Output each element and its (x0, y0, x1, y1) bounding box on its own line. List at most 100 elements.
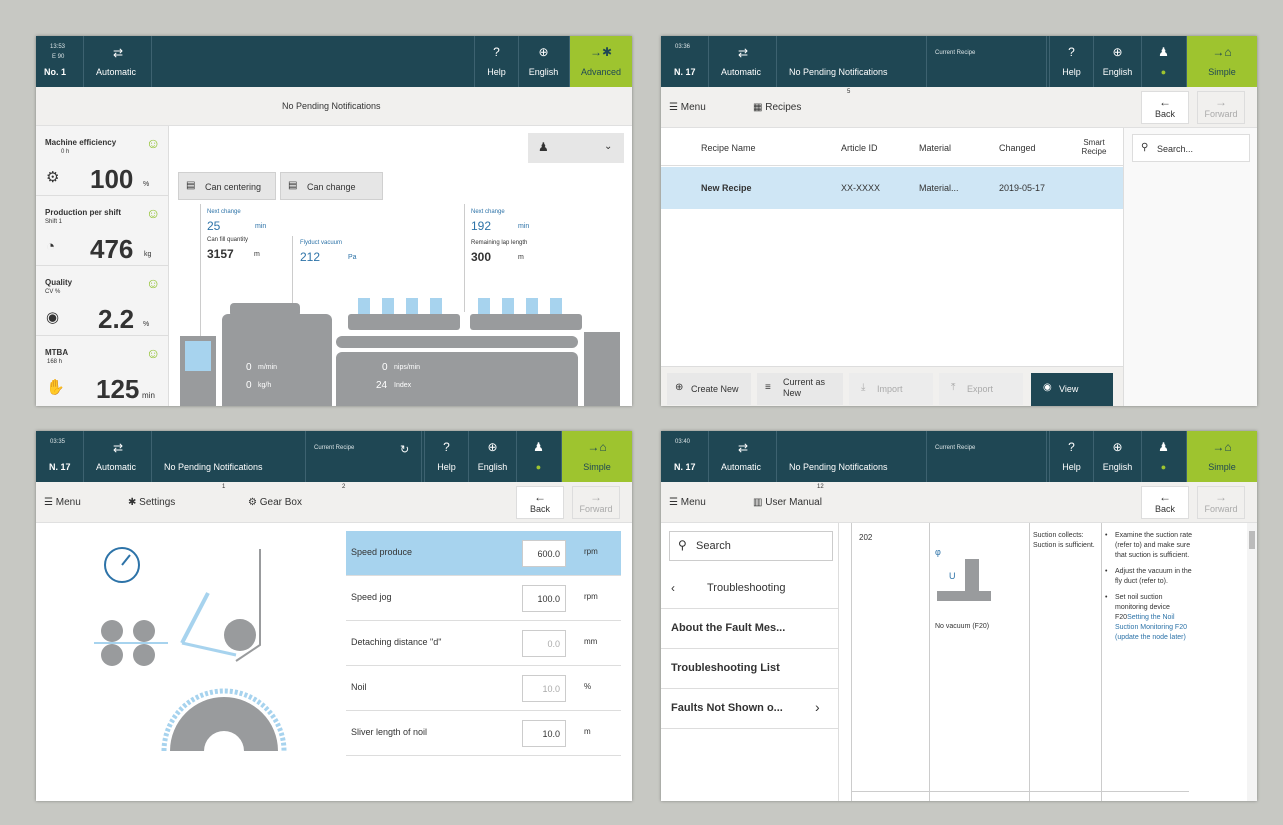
user-button[interactable]: ♟ ● (1141, 431, 1185, 482)
crumb-user-manual[interactable]: ▥ User Manual (753, 482, 822, 523)
user-button[interactable]: ♟ ● (1141, 36, 1185, 87)
top-bar: 03:36 N. 17 ⇄ Automatic No Pending Notif… (661, 36, 1257, 87)
back-button[interactable]: ← Back (1141, 91, 1189, 124)
mode-button[interactable]: ⇄ Automatic (84, 36, 152, 87)
col-recipe-name[interactable]: Recipe Name (701, 143, 756, 153)
chevron-left-icon: ‹ (671, 581, 675, 595)
time: 13:53 (50, 44, 66, 50)
search-input[interactable]: ⚲ Search (669, 531, 833, 561)
globe-icon: ⊕ (1112, 440, 1123, 454)
forward-button[interactable]: → Forward (1197, 486, 1245, 519)
setting-noil[interactable]: Noil 10.0 % (346, 666, 621, 711)
help-button[interactable]: ? Help (424, 431, 468, 482)
smiley-icon: ☺ (146, 275, 161, 291)
mode-button[interactable]: ⇄ Automatic (709, 36, 777, 87)
can-change-button[interactable]: ▤ Can change (280, 172, 383, 200)
col-article-id[interactable]: Article ID (841, 143, 878, 153)
notifications-button[interactable]: No Pending Notifications (777, 36, 927, 87)
value-field[interactable]: 0.0 (522, 630, 566, 657)
help-button[interactable]: ? Help (1049, 431, 1093, 482)
col-material[interactable]: Material (919, 143, 951, 153)
kpi-production[interactable]: Production per shift Shift 1 ☺ ◔ 476 kg (36, 196, 169, 266)
back-button[interactable]: ← Back (516, 486, 564, 519)
machine-info: 03:35 N. 17 (36, 431, 84, 482)
kpi-efficiency[interactable]: Machine efficiency 0 h ☺ ⚙ 100 % (36, 126, 169, 196)
action-bar: ⊕ Create New ≡ Current as New ⤓ Import ⤒… (661, 366, 1123, 406)
menu-button[interactable]: ☰ Menu (669, 87, 739, 128)
check-icon: ● (535, 462, 542, 472)
arrow-right-icon: → (1215, 490, 1227, 504)
value-field[interactable]: 10.0 (522, 720, 566, 747)
advanced-button[interactable]: →✱ Advanced (569, 36, 632, 87)
setting-speed-produce[interactable]: Speed produce 600.0 rpm (346, 531, 621, 576)
simple-button[interactable]: →⌂ Simple (1186, 431, 1257, 482)
language-button[interactable]: ⊕ English (468, 431, 516, 482)
create-new-button[interactable]: ⊕ Create New (667, 373, 751, 405)
language-button[interactable]: ⊕ English (1093, 36, 1141, 87)
value-field[interactable]: 600.0 (522, 540, 566, 567)
search-input[interactable]: ⚲ Search... (1132, 134, 1250, 162)
troubleshooting-back[interactable]: ‹ Troubleshooting (661, 569, 839, 609)
list-item[interactable]: Troubleshooting List (661, 649, 839, 689)
svg-text:φ: φ (935, 547, 941, 557)
export-button[interactable]: ⤒ Export (939, 373, 1023, 405)
simple-button[interactable]: →⌂ Simple (561, 431, 632, 482)
value-field[interactable]: 10.0 (522, 675, 566, 702)
user-button[interactable]: ♟ ● (516, 431, 560, 482)
search-panel: ⚲ Search... (1123, 128, 1257, 406)
action-list: • Examine the suction rate (refer to) and… (1105, 532, 1193, 641)
crumb-settings[interactable]: ✱ Settings (128, 482, 175, 523)
help-button[interactable]: ? Help (1049, 36, 1093, 87)
export-icon: ⤒ (951, 382, 956, 393)
current-recipe[interactable]: Current Recipe ↻ (306, 431, 422, 482)
language-button[interactable]: ⊕ English (518, 36, 568, 87)
machine-info: 03:40 N. 17 (661, 431, 709, 482)
notifications-button[interactable]: No Pending Notifications (777, 431, 927, 482)
mode-button[interactable]: ⇄ Automatic (709, 431, 777, 482)
scrollbar[interactable] (1247, 523, 1257, 801)
col-smart-recipe[interactable]: Smart Recipe (1079, 138, 1109, 156)
notifications-button[interactable]: No Pending Notifications (152, 431, 306, 482)
smiley-icon: ☺ (146, 345, 161, 361)
view-button[interactable]: ◉ View (1031, 373, 1113, 406)
col-changed[interactable]: Changed (999, 143, 1036, 153)
simple-button[interactable]: →⌂ Simple (1186, 36, 1257, 87)
list-item[interactable]: Faults Not Shown o... › (661, 689, 839, 729)
mode-button[interactable]: ⇄ Automatic (84, 431, 152, 482)
arrow-left-icon: ← (1159, 95, 1171, 109)
check-icon: ● (1160, 67, 1167, 77)
chevron-down-icon: ⌄ (604, 141, 613, 152)
setting-sliver-length[interactable]: Sliver length of noil 10.0 m (346, 711, 621, 756)
setting-speed-jog[interactable]: Speed jog 100.0 rpm (346, 576, 621, 621)
crumb-recipes[interactable]: ▦ Recipes (753, 87, 801, 128)
kpi-mtba[interactable]: MTBA 168 h ☺ ✋ 125 min (36, 336, 169, 406)
gearbox-icon: ⚙ (248, 497, 257, 508)
globe-icon: ⊕ (487, 440, 498, 454)
dashboard-screen: 13:53 E 90 No. 1 ⇄ Automatic ? Help ⊕ Engl… (36, 36, 632, 406)
forward-button[interactable]: → Forward (572, 486, 620, 519)
back-button[interactable]: ← Back (1141, 486, 1189, 519)
help-button[interactable]: ? Help (474, 36, 518, 87)
language-button[interactable]: ⊕ English (1093, 431, 1141, 482)
can-centering-button[interactable]: ▤ Can centering (178, 172, 276, 200)
menu-button[interactable]: ☰ Menu (669, 482, 739, 523)
current-recipe[interactable]: Current Recipe (927, 431, 1047, 482)
setting-detaching-distance[interactable]: Detaching distance "d" 0.0 mm (346, 621, 621, 666)
import-button[interactable]: ⤓ Import (849, 373, 933, 405)
kpi-quality[interactable]: Quality CV % ☺ ◉ 2.2 % (36, 266, 169, 336)
menu-button[interactable]: ☰ Menu (44, 482, 114, 523)
table-row[interactable]: New Recipe XX-XXXX Material... 2019-05-1… (661, 167, 1123, 209)
user-dropdown[interactable]: ♟ ⌄ (528, 133, 624, 163)
crumb-gear-box[interactable]: ⚙ Gear Box (248, 482, 302, 523)
current-as-new-button[interactable]: ≡ Current as New (757, 373, 843, 405)
value-field[interactable]: 100.0 (522, 585, 566, 612)
current-recipe[interactable]: Current Recipe (927, 36, 1047, 87)
plus-icon: ⊕ (675, 382, 684, 393)
forward-button[interactable]: → Forward (1197, 91, 1245, 124)
breadcrumb: ☰ Menu ✱ Settings 1 ⚙ Gear Box 2 ← Back →… (36, 482, 632, 523)
divider (464, 204, 465, 312)
svg-text:U: U (949, 571, 956, 581)
list-item[interactable]: About the Fault Mes... (661, 609, 839, 649)
mode-icon: ⇄ (737, 46, 749, 60)
settings-screen: 03:35 N. 17 ⇄ Automatic No Pending Notif… (36, 431, 632, 801)
